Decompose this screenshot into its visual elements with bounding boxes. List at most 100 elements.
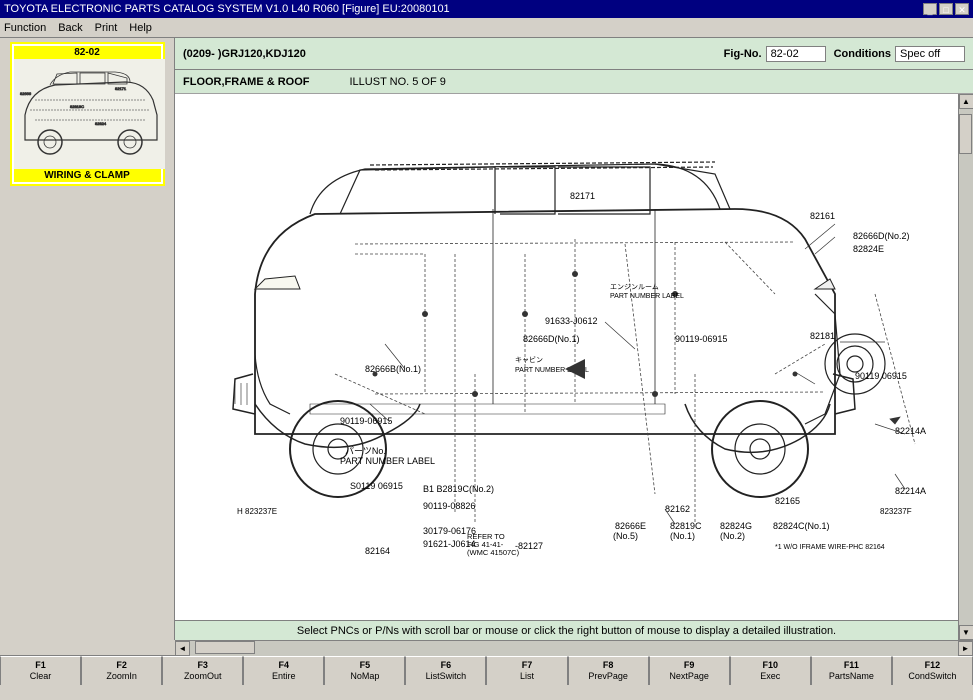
part-823237f: 823237F — [880, 507, 912, 516]
f10-key-label: F10 — [762, 660, 778, 671]
maximize-button[interactable]: □ — [939, 3, 953, 15]
f12-func-label: CondSwitch — [908, 671, 956, 682]
f10-exec-button[interactable]: F10 Exec — [730, 656, 811, 685]
part-82819c-no1: 82819C — [670, 521, 702, 531]
menu-help[interactable]: Help — [129, 22, 152, 34]
part-82214a-2: 82214A — [895, 486, 926, 496]
part-82666b-1: 82666B(No.1) — [365, 364, 421, 374]
f3-func-label: ZoomOut — [184, 671, 222, 682]
f1-func-label: Clear — [30, 671, 52, 682]
f4-entire-button[interactable]: F4 Entire — [243, 656, 324, 685]
part-90119-06915-3: 90119 06915 — [855, 371, 907, 381]
part-wmc: (WMC 41507C) — [467, 548, 520, 557]
menu-print[interactable]: Print — [95, 22, 118, 34]
right-panel: (0209- )GRJ120,KDJ120 Fig-No. Conditions… — [175, 38, 973, 640]
thumbnail-image[interactable]: 82666 82171 82819C 82824 — [14, 59, 165, 169]
f9-func-label: NextPage — [669, 671, 709, 682]
part-82214a-1: 82214A — [895, 426, 926, 436]
f1-key-label: F1 — [35, 660, 46, 671]
header-row: (0209- )GRJ120,KDJ120 Fig-No. Conditions — [175, 38, 973, 70]
part-82824g: 82824G — [720, 521, 752, 531]
f8-prevpage-button[interactable]: F8 PrevPage — [568, 656, 649, 685]
fig-no-block: Fig-No. — [724, 46, 826, 62]
f7-func-label: List — [520, 671, 534, 682]
f10-func-label: Exec — [760, 671, 780, 682]
f12-key-label: F12 — [925, 660, 941, 671]
scroll-track-vertical[interactable] — [959, 109, 973, 625]
f4-func-label: Entire — [272, 671, 296, 682]
menu-back[interactable]: Back — [58, 22, 82, 34]
f9-nextpage-button[interactable]: F9 NextPage — [649, 656, 730, 685]
scroll-track-horizontal[interactable] — [190, 641, 958, 656]
menu-function[interactable]: Function — [4, 22, 46, 34]
f4-key-label: F4 — [279, 660, 290, 671]
part-82171: 82171 — [570, 191, 595, 201]
title-text: TOYOTA ELECTRONIC PARTS CATALOG SYSTEM V… — [4, 3, 450, 15]
title-bar: TOYOTA ELECTRONIC PARTS CATALOG SYSTEM V… — [0, 0, 973, 18]
model-code: (0209- )GRJ120,KDJ120 — [183, 48, 306, 60]
thumbnail-item[interactable]: 82-02 — [10, 42, 165, 186]
f12-condswitch-button[interactable]: F12 CondSwitch — [892, 656, 973, 685]
part-h-823237e: H 823237E — [237, 507, 277, 516]
f7-key-label: F7 — [522, 660, 533, 671]
f5-func-label: NoMap — [350, 671, 379, 682]
part-82824e: 82824E — [853, 244, 884, 254]
diagram-area[interactable]: 82171 82161 82666D(No.2) 82824E エンジンルーム … — [175, 94, 958, 620]
scrollbar-vertical[interactable]: ▲ ▼ — [958, 94, 973, 640]
f6-key-label: F6 — [441, 660, 452, 671]
f1-clear-button[interactable]: F1 Clear — [0, 656, 81, 685]
svg-text:82824: 82824 — [95, 121, 107, 126]
part-82127: -82127 — [515, 541, 543, 551]
fig-no-input[interactable] — [766, 46, 826, 62]
f11-func-label: PartsName — [829, 671, 874, 682]
scroll-right-button[interactable]: ► — [958, 641, 973, 656]
scrollbar-horizontal[interactable]: ◄ ► — [175, 640, 973, 655]
f8-func-label: PrevPage — [588, 671, 628, 682]
title-bar-buttons[interactable]: _ □ ✕ — [923, 3, 969, 15]
header-right: Fig-No. Conditions — [724, 46, 965, 62]
status-message: Select PNCs or P/Ns with scroll bar or m… — [297, 625, 836, 637]
svg-text:82171: 82171 — [115, 86, 127, 91]
part-90119-08826: 90119-08826 — [423, 501, 475, 511]
part-82161: 82161 — [810, 211, 835, 221]
conditions-block: Conditions — [834, 46, 965, 62]
part-82165: 82165 — [775, 496, 800, 506]
scroll-up-button[interactable]: ▲ — [959, 94, 973, 109]
thumbnail-id: 82-02 — [14, 46, 161, 59]
menu-bar: Function Back Print Help — [0, 18, 973, 38]
main-area: 82-02 — [0, 38, 973, 640]
diagram-scroll[interactable]: 82171 82161 82666D(No.2) 82824E エンジンルーム … — [175, 94, 958, 620]
scroll-down-button[interactable]: ▼ — [959, 625, 973, 640]
conditions-label: Conditions — [834, 48, 891, 60]
scroll-left-button[interactable]: ◄ — [175, 641, 190, 656]
part-82819c-no1-b: (No.1) — [670, 531, 695, 541]
diagram-inner: 82171 82161 82666D(No.2) 82824E エンジンルーム … — [175, 94, 958, 640]
part-82162: 82162 — [665, 504, 690, 514]
f5-nomap-button[interactable]: F5 NoMap — [324, 656, 405, 685]
part-82666e-no5: (No.5) — [613, 531, 638, 541]
conditions-input[interactable] — [895, 46, 965, 62]
status-bar: Select PNCs or P/Ns with scroll bar or m… — [175, 620, 958, 640]
f11-partsname-button[interactable]: F11 PartsName — [811, 656, 892, 685]
part-label-1: エンジンルーム — [610, 283, 659, 291]
f2-zoomin-button[interactable]: F2 ZoomIn — [81, 656, 162, 685]
part-91633-j0612: 91633-J0612 — [545, 316, 598, 326]
illust-no: ILLUST NO. 5 OF 9 — [350, 76, 446, 88]
minimize-button[interactable]: _ — [923, 3, 937, 15]
sub-header: FLOOR,FRAME & ROOF ILLUST NO. 5 OF 9 — [175, 70, 973, 94]
fig-no-label: Fig-No. — [724, 48, 762, 60]
f7-list-button[interactable]: F7 List — [486, 656, 567, 685]
f3-key-label: F3 — [197, 660, 208, 671]
f8-key-label: F8 — [603, 660, 614, 671]
left-panel: 82-02 — [0, 38, 175, 640]
f3-zoomout-button[interactable]: F3 ZoomOut — [162, 656, 243, 685]
section-title: FLOOR,FRAME & ROOF — [183, 76, 310, 88]
part-90119-06915-1: 90119-06915 — [675, 334, 727, 344]
f9-key-label: F9 — [684, 660, 695, 671]
part-82666d-1: 82666D(No.1) — [523, 334, 580, 344]
f2-func-label: ZoomIn — [106, 671, 137, 682]
f6-listswitch-button[interactable]: F6 ListSwitch — [405, 656, 486, 685]
close-button[interactable]: ✕ — [955, 3, 969, 15]
f6-func-label: ListSwitch — [426, 671, 467, 682]
f2-key-label: F2 — [116, 660, 127, 671]
